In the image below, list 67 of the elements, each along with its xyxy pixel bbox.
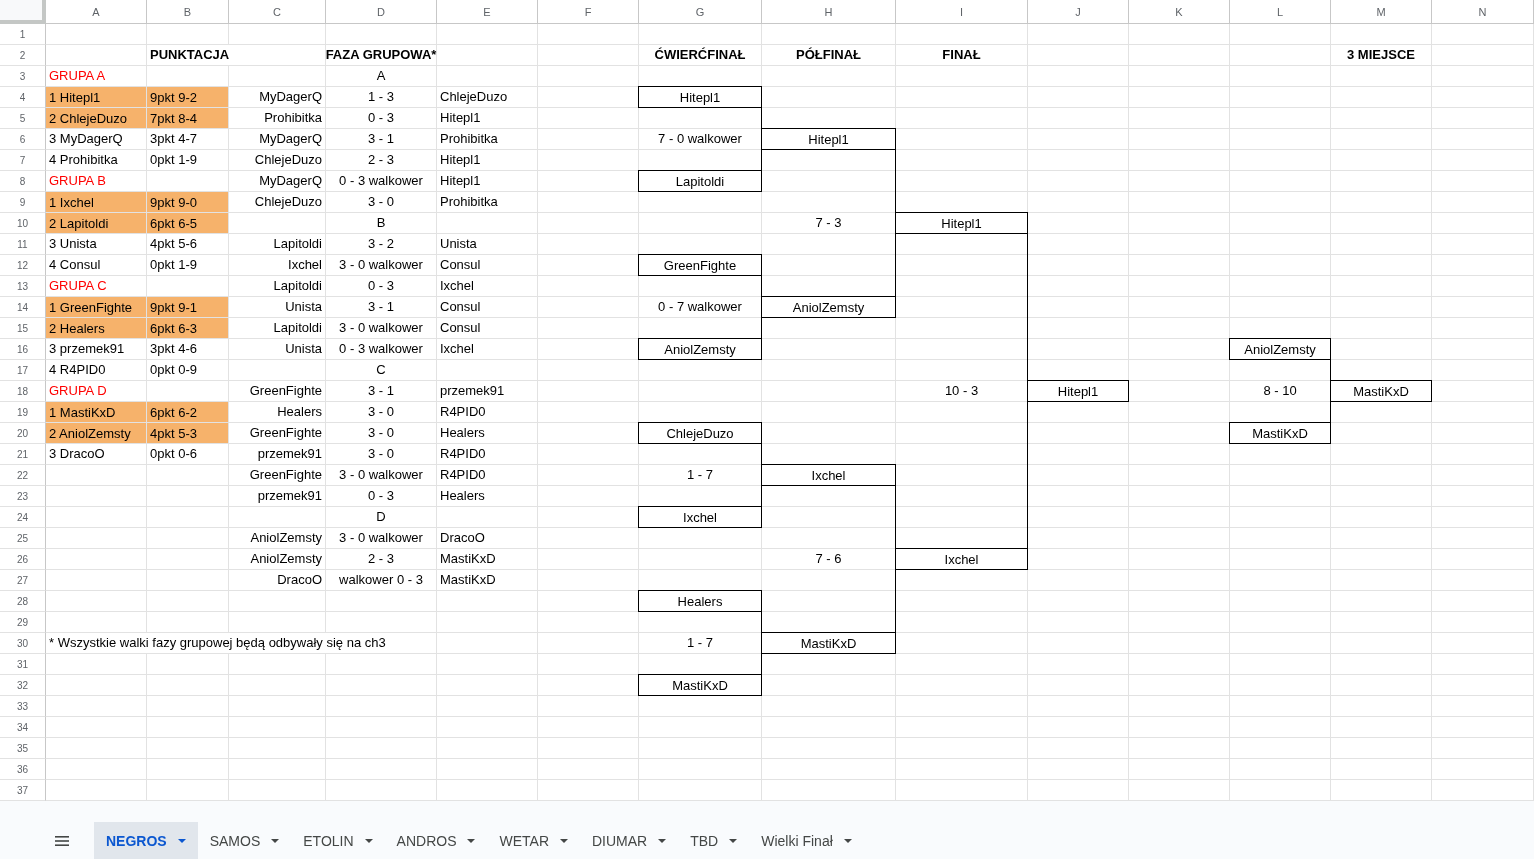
column-header[interactable]: F <box>538 0 639 24</box>
bracket-slot: Hitepl1 <box>638 86 762 108</box>
highlighted-cell: 9pkt 9-1 <box>147 297 228 317</box>
caret-icon <box>364 838 373 843</box>
highlighted-cell: 1 GreenFighte <box>46 297 146 317</box>
bracket-slot: MastiKxD <box>1330 380 1432 402</box>
bracket-slot: Ixchel <box>761 464 896 486</box>
column-header[interactable]: M <box>1331 0 1432 24</box>
sheet-tab[interactable]: SAMOS <box>197 822 292 859</box>
caret-icon <box>729 838 738 843</box>
highlighted-cell: 7pkt 8-4 <box>147 108 228 128</box>
bracket-slot: ChlejeDuzo <box>638 422 762 444</box>
caret-icon <box>177 838 186 843</box>
column-header[interactable]: D <box>326 0 437 24</box>
sheet-tab[interactable]: WETAR <box>487 822 580 859</box>
highlighted-cell: 4pkt 5-3 <box>147 423 228 443</box>
column-header[interactable]: E <box>437 0 538 24</box>
highlighted-cell: 2 Healers <box>46 318 146 338</box>
column-header[interactable]: J <box>1028 0 1129 24</box>
bracket-slot: MastiKxD <box>761 632 896 654</box>
column-header[interactable]: K <box>1129 0 1230 24</box>
bracket-slot: AniolZemsty <box>761 296 896 318</box>
bracket-slot: MastiKxD <box>638 674 762 696</box>
menu-icon <box>55 835 69 846</box>
sheet-tab[interactable]: NEGROS <box>94 822 198 859</box>
bracket-slot: Ixchel <box>895 548 1028 570</box>
bracket-slot: Healers <box>638 590 762 612</box>
highlighted-cell: 2 AniolZemsty <box>46 423 146 443</box>
bracket-slot: Lapitoldi <box>638 170 762 192</box>
bracket-slot: AniolZemsty <box>1229 338 1331 360</box>
bracket-slot: Ixchel <box>638 506 762 528</box>
highlighted-cell: 2 Lapitoldi <box>46 213 146 233</box>
caret-icon <box>560 838 568 843</box>
column-header[interactable]: G <box>639 0 762 24</box>
bracket-slot: Hitepl1 <box>1027 380 1129 402</box>
sheet-tab[interactable]: TBD <box>678 822 750 859</box>
section-heading: PUNKTACJA <box>150 45 230 65</box>
sheet-tab[interactable]: ETOLIN <box>291 822 385 859</box>
sheet-tab[interactable]: ANDROS <box>384 822 488 859</box>
column-header[interactable]: N <box>1432 0 1534 24</box>
bracket-slot: Hitepl1 <box>761 128 896 150</box>
highlighted-cell: 1 Ixchel <box>46 192 146 212</box>
highlighted-cell: 2 ChlejeDuzo <box>46 108 146 128</box>
highlighted-cell: 1 Hitepl1 <box>46 87 146 107</box>
highlighted-cell: 6pkt 6-3 <box>147 318 228 338</box>
caret-icon <box>467 838 476 843</box>
bracket-slot: AniolZemsty <box>638 338 762 360</box>
caret-icon <box>658 838 667 843</box>
column-header[interactable]: I <box>896 0 1028 24</box>
sheet-text: * Wszystkie walki fazy grupowej będą odbywały się na ch3 <box>49 633 386 653</box>
column-header[interactable]: H <box>762 0 896 24</box>
highlighted-cell: 6pkt 6-2 <box>147 402 228 422</box>
highlighted-cell: 9pkt 9-0 <box>147 192 228 212</box>
caret-icon <box>843 838 852 843</box>
bracket-slot: GreenFighte <box>638 254 762 276</box>
highlighted-cell: 9pkt 9-2 <box>147 87 228 107</box>
sheet-tab[interactable]: DIUMAR <box>580 822 679 859</box>
column-header[interactable]: L <box>1230 0 1331 24</box>
column-header[interactable]: C <box>229 0 326 24</box>
highlighted-cell: 1 MastiKxD <box>46 402 146 422</box>
column-header[interactable]: A <box>46 0 147 24</box>
bracket-slot: Hitepl1 <box>895 212 1028 234</box>
column-header[interactable]: B <box>147 0 229 24</box>
highlighted-cell: 6pkt 6-5 <box>147 213 228 233</box>
caret-icon <box>271 838 280 843</box>
bracket-slot: MastiKxD <box>1229 422 1331 444</box>
sheet-tab[interactable]: Wielki Finał <box>749 822 864 859</box>
